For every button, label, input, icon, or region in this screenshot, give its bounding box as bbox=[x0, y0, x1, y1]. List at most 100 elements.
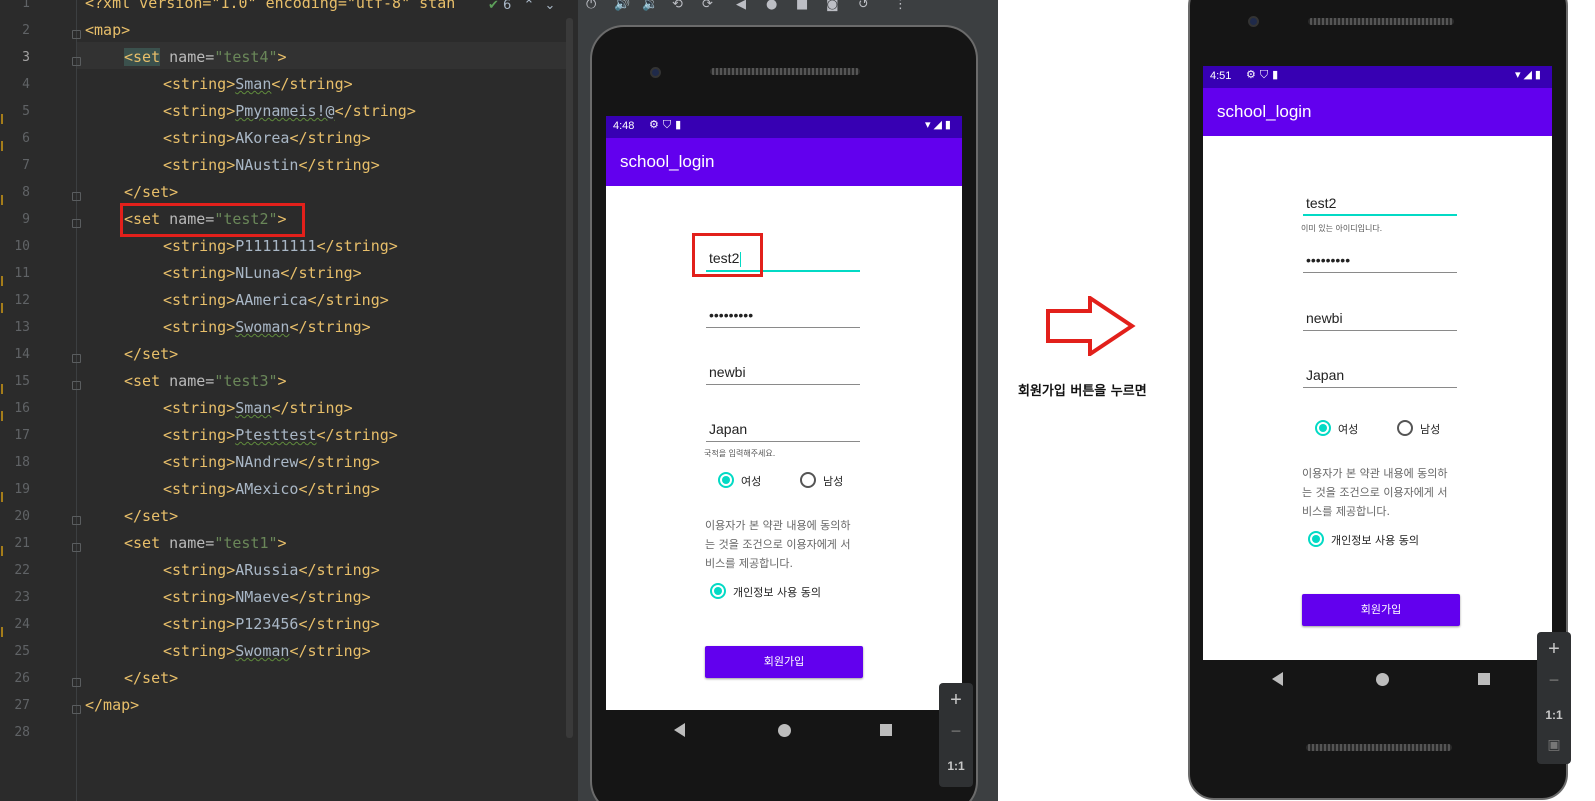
terms-line-2: 는 것을 조건으로 이용자에게 서 bbox=[1302, 486, 1448, 499]
code-line[interactable]: <string>NLuna</string> bbox=[163, 264, 362, 282]
zoom-ratio-button[interactable]: 1:1 bbox=[1537, 708, 1571, 722]
code-token: </map> bbox=[85, 696, 140, 714]
code-token: </string> bbox=[298, 615, 380, 633]
power-icon[interactable]: ⏻ bbox=[586, 0, 596, 12]
nav-home-button[interactable] bbox=[778, 724, 791, 737]
code-line[interactable]: <string>Ptesttest</string> bbox=[163, 426, 398, 444]
country-input[interactable]: Japan bbox=[706, 416, 860, 442]
code-line[interactable]: <set name="test1"> bbox=[124, 534, 287, 552]
fold-marker[interactable] bbox=[72, 30, 81, 39]
code-token: </set> bbox=[124, 669, 179, 687]
female-radio-label: 여성 bbox=[741, 475, 762, 488]
female-radio[interactable] bbox=[1315, 420, 1331, 436]
inspection-widget[interactable]: ✔ 6 ⌃ ⌄ bbox=[488, 0, 555, 13]
fold-marker[interactable] bbox=[72, 192, 81, 201]
code-line[interactable]: <string>AMexico</string> bbox=[163, 480, 380, 498]
back-icon[interactable]: ◀ bbox=[736, 0, 746, 12]
code-line[interactable]: <string>NAndrew</string> bbox=[163, 453, 380, 471]
zoom-in-button[interactable]: + bbox=[1537, 638, 1571, 661]
code-line[interactable]: <string>Swoman</string> bbox=[163, 642, 371, 660]
code-line[interactable]: <string>NMaeve</string> bbox=[163, 588, 371, 606]
zoom-in-button[interactable]: + bbox=[939, 689, 973, 712]
male-radio[interactable] bbox=[800, 472, 816, 488]
more-icon[interactable]: ⋮ bbox=[894, 0, 907, 12]
code-token: <string> bbox=[163, 480, 236, 498]
code-line[interactable]: </set> bbox=[124, 507, 178, 525]
code-line[interactable]: <string>Sman</string> bbox=[163, 75, 353, 93]
consent-radio[interactable] bbox=[710, 583, 726, 599]
fit-screen-icon[interactable]: ▣ bbox=[1537, 736, 1571, 753]
editor-scrollbar[interactable] bbox=[566, 18, 573, 738]
male-radio[interactable] bbox=[1397, 420, 1413, 436]
code-line[interactable]: </set> bbox=[124, 183, 178, 201]
fold-marker[interactable] bbox=[72, 705, 81, 714]
app-title: school_login bbox=[620, 152, 715, 171]
signup-button[interactable]: 회원가입 bbox=[1302, 594, 1460, 626]
code-line[interactable]: <string>Sman</string> bbox=[163, 399, 353, 417]
code-line[interactable]: <string>AKorea</string> bbox=[163, 129, 371, 147]
code-editor[interactable]: 1 2 3 4 5 6 7 8 9 10 11 12 13 14 15 16 17 18 19 20 21 22 23 24 2… bbox=[0, 0, 578, 801]
code-token: > bbox=[277, 48, 287, 66]
password-input[interactable]: ••••••••• bbox=[706, 302, 860, 328]
code-line[interactable]: <?xml version="1.0" encoding="utf-8" sta… bbox=[85, 0, 455, 12]
chevron-up-icon[interactable]: ⌃ bbox=[523, 0, 534, 13]
code-line[interactable]: <string>NAustin</string> bbox=[163, 156, 380, 174]
female-radio[interactable] bbox=[718, 472, 734, 488]
fold-marker[interactable] bbox=[72, 516, 81, 525]
code-line[interactable]: <set name="test3"> bbox=[124, 372, 287, 390]
fold-marker[interactable] bbox=[72, 678, 81, 687]
code-token: <string> bbox=[163, 615, 236, 633]
code-token: <string> bbox=[163, 237, 236, 255]
name-input[interactable]: newbi bbox=[1303, 305, 1457, 331]
terms-line-1: 이용자가 본 약관 내용에 동의하 bbox=[1302, 467, 1448, 480]
code-token: <string> bbox=[163, 453, 236, 471]
home-icon[interactable]: ● bbox=[766, 0, 777, 12]
rotate-left-icon[interactable]: ⟲ bbox=[672, 0, 683, 12]
code-line[interactable]: <string>P11111111</string> bbox=[163, 237, 398, 255]
signup-button[interactable]: 회원가입 bbox=[705, 646, 863, 678]
overview-icon[interactable]: ■ bbox=[796, 0, 808, 12]
snapshot-icon[interactable]: ↺ bbox=[858, 0, 869, 12]
fold-marker[interactable] bbox=[72, 219, 81, 228]
password-input[interactable]: ••••••••• bbox=[1303, 247, 1457, 273]
zoom-ratio-button[interactable]: 1:1 bbox=[939, 759, 973, 773]
nav-home-button[interactable] bbox=[1376, 673, 1389, 686]
zoom-out-button[interactable]: − bbox=[1537, 670, 1571, 691]
fold-marker[interactable] bbox=[72, 381, 81, 390]
code-line[interactable]: </set> bbox=[124, 669, 178, 687]
fold-marker[interactable] bbox=[72, 354, 81, 363]
nav-back-button[interactable] bbox=[674, 723, 685, 737]
volume-down-icon[interactable]: 🔉 bbox=[642, 0, 658, 12]
zoom-panel-left: + − 1:1 bbox=[939, 683, 973, 787]
chevron-down-icon[interactable]: ⌄ bbox=[545, 0, 556, 13]
code-line[interactable]: </set> bbox=[124, 345, 178, 363]
line-number: 19 bbox=[14, 482, 30, 497]
country-input-value: Japan bbox=[1306, 367, 1345, 383]
code-line[interactable]: <set name="test4"> bbox=[124, 48, 287, 66]
fold-marker[interactable] bbox=[72, 57, 81, 66]
nav-back-button[interactable] bbox=[1272, 672, 1283, 686]
consent-radio[interactable] bbox=[1308, 531, 1324, 547]
code-line[interactable]: <string>P123456</string> bbox=[163, 615, 380, 633]
country-input[interactable]: Japan bbox=[1303, 362, 1457, 388]
nav-recent-button[interactable] bbox=[880, 724, 892, 736]
nav-recent-button[interactable] bbox=[1478, 673, 1490, 685]
fold-marker[interactable] bbox=[72, 543, 81, 552]
volume-up-icon[interactable]: 🔊 bbox=[614, 0, 630, 12]
line-number: 7 bbox=[22, 158, 30, 173]
code-line[interactable]: <string>ARussia</string> bbox=[163, 561, 380, 579]
id-input[interactable]: test2 bbox=[1303, 190, 1457, 216]
front-camera bbox=[650, 67, 661, 78]
code-line[interactable]: <string>Pmynameis!@</string> bbox=[163, 102, 416, 120]
code-line[interactable]: </map> bbox=[85, 696, 139, 714]
code-line[interactable]: <string>Swoman</string> bbox=[163, 318, 371, 336]
code-line[interactable]: <string>AAmerica</string> bbox=[163, 291, 389, 309]
code-line[interactable]: <map> bbox=[85, 21, 130, 39]
rotate-right-icon[interactable]: ⟳ bbox=[702, 0, 713, 12]
zoom-out-button[interactable]: − bbox=[939, 721, 973, 742]
screenshot-icon[interactable]: ◙ bbox=[826, 0, 839, 12]
line-number: 15 bbox=[14, 374, 30, 389]
code-token: "test1" bbox=[214, 534, 278, 552]
code-token: </set> bbox=[124, 345, 179, 363]
name-input[interactable]: newbi bbox=[706, 359, 860, 385]
